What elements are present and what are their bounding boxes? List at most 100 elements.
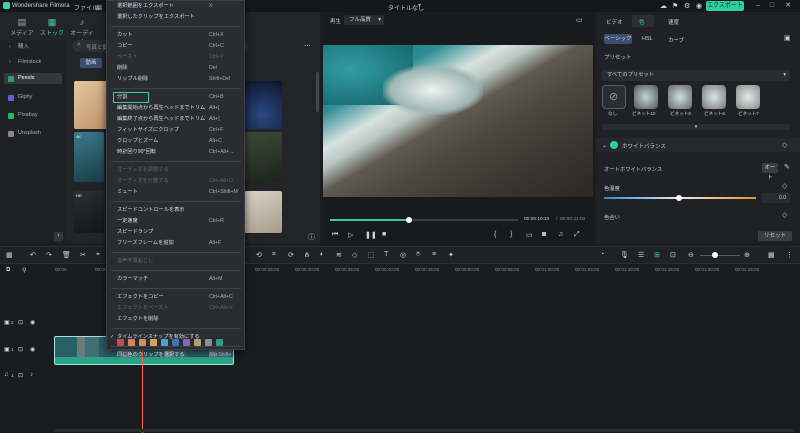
mixer-icon[interactable]: ☰ bbox=[638, 251, 644, 259]
menu-item[interactable]: 同じ色のクリップを選択する Alt+Shift+` bbox=[107, 350, 244, 361]
tracking-icon[interactable]: ⌾ bbox=[416, 251, 420, 259]
eyedropper-icon[interactable]: ✎ bbox=[784, 163, 790, 171]
sidebar-item-giphy[interactable]: Giphy bbox=[4, 92, 62, 103]
add-track-icon[interactable]: ⧉ bbox=[6, 267, 10, 274]
zoom-slider[interactable] bbox=[700, 255, 740, 256]
color-swatch[interactable] bbox=[205, 339, 212, 346]
menu-item[interactable]: 編集開始点から再生ヘッドまでトリム Alt+[ bbox=[107, 103, 244, 114]
color-swatch[interactable] bbox=[150, 339, 157, 346]
color-swatch[interactable] bbox=[194, 339, 201, 346]
stabilize-icon[interactable]: ≡ bbox=[432, 251, 436, 258]
zoom-knob[interactable] bbox=[712, 252, 718, 258]
playhead-knob[interactable] bbox=[405, 217, 412, 223]
auto-button[interactable]: オート bbox=[762, 163, 778, 181]
timeline-scrollbar[interactable] bbox=[54, 429, 794, 432]
collapse-sidebar-icon[interactable]: ‹ bbox=[54, 232, 63, 241]
save-preset-icon[interactable]: ▣ bbox=[784, 34, 791, 42]
eye-icon[interactable]: ◉ bbox=[30, 319, 35, 326]
tab-speed[interactable]: 速度 bbox=[668, 18, 679, 26]
mask-icon[interactable]: ◎ bbox=[400, 251, 406, 259]
lock-icon[interactable]: ⊡ bbox=[18, 346, 23, 353]
mark-out-icon[interactable]: } bbox=[510, 231, 512, 238]
sidebar-item-purchased[interactable]: › 購入 bbox=[4, 42, 62, 53]
stock-thumbnail[interactable] bbox=[244, 81, 282, 129]
media-scrollbar[interactable] bbox=[316, 72, 319, 112]
reset-button[interactable]: リセット bbox=[758, 231, 792, 241]
menu-item[interactable]: クロップとズーム Alt+C bbox=[107, 136, 244, 147]
ripple-icon[interactable]: ⟲ bbox=[256, 251, 262, 259]
color-temp-value[interactable]: 0.0 bbox=[762, 193, 790, 203]
share-icon[interactable]: ☁ bbox=[660, 2, 667, 10]
close-icon[interactable]: ✕ bbox=[782, 0, 794, 12]
keyframe-diamond-icon[interactable]: ◇ bbox=[782, 141, 787, 149]
sidebar-item-filmstock[interactable]: › Filmstock bbox=[4, 57, 62, 68]
play-icon[interactable]: ▷ bbox=[348, 231, 353, 239]
eye-icon[interactable]: ◉ bbox=[30, 346, 35, 353]
link-icon[interactable]: ⚲ bbox=[22, 267, 26, 274]
preset-vignette-7[interactable] bbox=[736, 85, 760, 109]
menu-item[interactable]: エフェクトを削除 bbox=[107, 314, 244, 325]
crop-icon[interactable]: ⌗ bbox=[272, 251, 276, 259]
account-icon[interactable]: ◉ bbox=[696, 2, 702, 10]
tab-stock[interactable]: ▦ ストック bbox=[38, 16, 66, 40]
more-options-icon[interactable]: ⋯ bbox=[304, 42, 311, 50]
snapshot-icon[interactable]: ▭ bbox=[576, 16, 583, 24]
chevron-down-icon[interactable]: ⌄ bbox=[602, 142, 607, 149]
minimize-icon[interactable]: – bbox=[752, 0, 764, 12]
stock-thumbnail[interactable]: HD bbox=[74, 191, 104, 233]
snap-icon[interactable]: ⊞ bbox=[654, 251, 660, 259]
lock-icon[interactable]: ⊡ bbox=[18, 372, 23, 379]
speaker-icon[interactable]: ♪ bbox=[30, 372, 33, 378]
transform-icon[interactable]: ⬚ bbox=[368, 251, 375, 259]
undo-icon[interactable]: ↶ bbox=[30, 251, 36, 259]
preset-vignette-8[interactable] bbox=[668, 85, 692, 109]
stock-thumbnail[interactable]: 4K bbox=[74, 132, 104, 182]
color-swatch[interactable] bbox=[128, 339, 135, 346]
color-swatch[interactable] bbox=[172, 339, 179, 346]
sidebar-item-unsplash[interactable]: Unsplash bbox=[4, 128, 62, 139]
sidebar-item-pixabay[interactable]: Pixabay bbox=[4, 110, 62, 121]
color-swatch[interactable] bbox=[161, 339, 168, 346]
camera-icon[interactable]: ◙ bbox=[542, 231, 546, 238]
menu-item[interactable]: フィットサイズにクロップ Ctrl+F bbox=[107, 125, 244, 136]
menu-item[interactable]: 編集終了点から再生ヘッドまでトリム Alt+] bbox=[107, 114, 244, 125]
speed-icon[interactable]: ⟳ bbox=[288, 251, 294, 259]
fullscreen-icon[interactable]: ⤢ bbox=[574, 231, 580, 239]
menu-item[interactable]: 一定速度 Ctrl+R bbox=[107, 216, 244, 227]
color-swatch[interactable] bbox=[139, 339, 146, 346]
sidebar-item-pexels[interactable]: Pexels bbox=[4, 73, 62, 84]
menu-item[interactable]: カット Ctrl+X bbox=[107, 30, 244, 41]
preset-vignette-6[interactable] bbox=[702, 85, 726, 109]
tab-video[interactable]: ビデオ bbox=[606, 18, 623, 26]
keyframe-icon[interactable]: ◇ bbox=[352, 251, 357, 259]
text-icon[interactable]: T bbox=[384, 251, 388, 258]
menu-item[interactable]: カラーマッチ Alt+M bbox=[107, 274, 244, 285]
color-swatch[interactable] bbox=[183, 339, 190, 346]
white-balance-toggle[interactable] bbox=[610, 141, 618, 149]
tab-color[interactable]: 色 bbox=[632, 15, 654, 27]
delete-icon[interactable]: 🗑 bbox=[62, 251, 71, 259]
split-icon[interactable]: ⋔ bbox=[304, 251, 310, 259]
render-icon[interactable]: ◔ bbox=[600, 251, 604, 258]
menu-item[interactable]: エフェクトをコピー Ctrl+Alt+C bbox=[107, 292, 244, 303]
player-tab[interactable]: 再生 bbox=[330, 17, 341, 25]
export-button[interactable]: エクスポート bbox=[706, 1, 744, 11]
preset-vignette-10[interactable] bbox=[634, 85, 658, 109]
tag-icon[interactable]: ⌖ bbox=[96, 251, 100, 259]
mark-in-icon[interactable]: { bbox=[494, 231, 496, 238]
chevron-down-icon[interactable]: ▾ bbox=[418, 2, 421, 9]
cut-icon[interactable]: ✂ bbox=[80, 251, 86, 259]
menu-item[interactable]: ミュート Ctrl+Shift+M bbox=[107, 187, 244, 198]
menu-item[interactable]: フリーズフレームを追加 Alt+F bbox=[107, 238, 244, 249]
volume-icon[interactable]: ♫ bbox=[558, 231, 563, 238]
menu-item[interactable]: 選択範囲をエクスポート X bbox=[107, 1, 244, 12]
quality-select[interactable]: フル品質 ▾ bbox=[344, 15, 384, 25]
ai-icon[interactable]: ✦ bbox=[448, 251, 454, 259]
tab-media[interactable]: ▤ メディア bbox=[8, 16, 36, 40]
layout-icon[interactable]: ▦ bbox=[6, 251, 13, 259]
maximize-icon[interactable]: □ bbox=[766, 0, 778, 12]
color-temp-knob[interactable] bbox=[676, 195, 682, 201]
pause-icon[interactable]: ❚❚ bbox=[365, 231, 377, 239]
stock-thumbnail[interactable] bbox=[244, 132, 282, 182]
zoom-out-icon[interactable]: ⊖ bbox=[688, 251, 694, 259]
